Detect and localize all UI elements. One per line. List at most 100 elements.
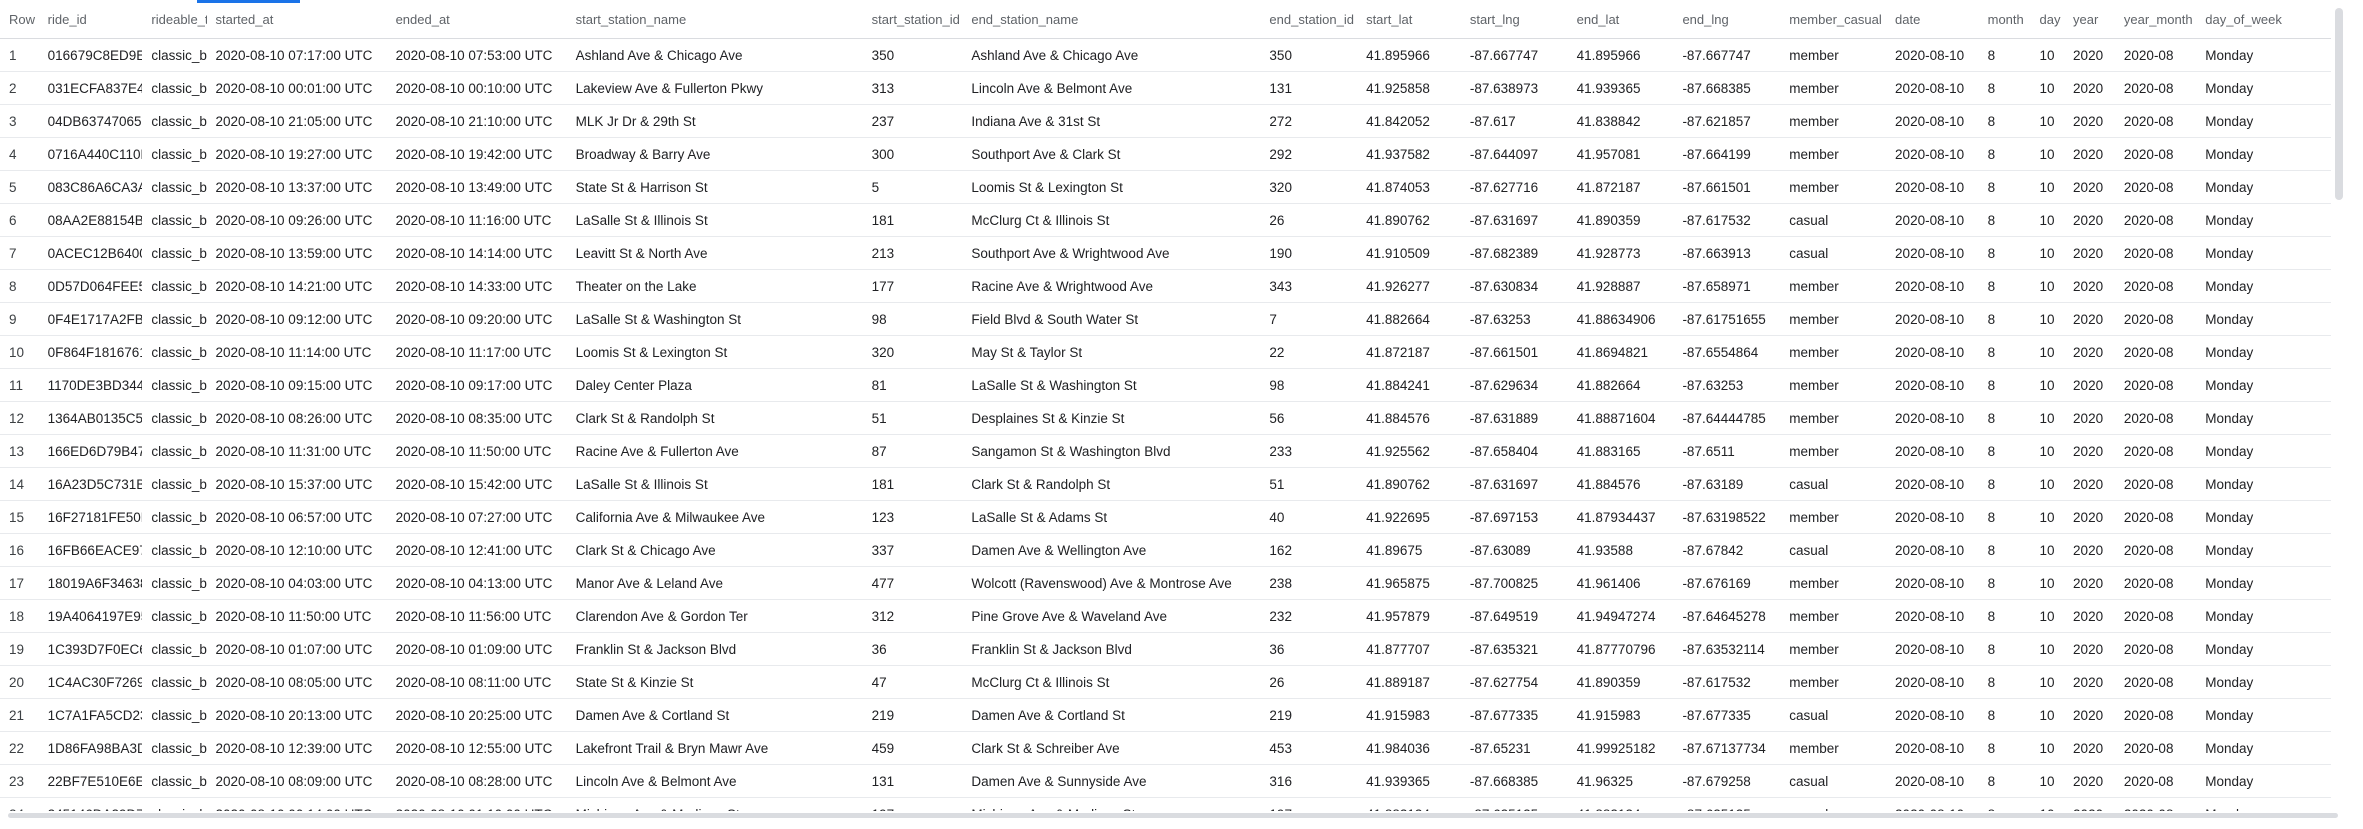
table-row[interactable]: 70ACEC12B6400155Eclassic_bike2020-08-10 … [0,236,2347,270]
column-header-start-station-name[interactable]: start_station_name [566,0,863,39]
cell-end-station-id: 40 [1260,500,1358,534]
header-row: Row ride_id rideable_type started_at end… [0,0,2347,39]
cell-end-lng: -87.679258 [1673,764,1781,798]
table-row[interactable]: 304DB637470651924classic_bike2020-08-10 … [0,104,2347,138]
table-row[interactable]: 608AA2E88154B6D2Fclassic_bike2020-08-10 … [0,203,2347,237]
cell-ride-id: 1D86FA98BA3DCE4C [38,731,143,765]
column-header-start-station-id[interactable]: start_station_id [862,0,963,39]
column-header-year-month[interactable]: year_month [2114,0,2197,39]
cell-ride-id: 16FB66EACE973F75 [38,533,143,567]
cell-start-lng: -87.668385 [1460,764,1568,798]
table-row[interactable]: 1718019A6F34638DC0classic_bike2020-08-10… [0,566,2347,600]
table-row[interactable]: 1016679C8ED9E5900classic_bike2020-08-10 … [0,38,2347,72]
cell-ended-at: 2020-08-10 12:41:00 UTC [386,533,567,567]
table-row[interactable]: 121364AB0135C57F04classic_bike2020-08-10… [0,401,2347,435]
column-header-start-lat[interactable]: start_lat [1357,0,1461,39]
cell-start-station-name: Clark St & Randolph St [566,401,863,435]
cell-end-station-name: Pine Grove Ave & Waveland Ave [962,599,1261,633]
table-row[interactable]: 211C7A1FA5CD2381FEclassic_bike2020-08-10… [0,698,2347,732]
cell-start-station-id: 81 [862,368,963,402]
cell-end-lng: -87.661501 [1673,170,1781,204]
cell-end-station-name: Indiana Ave & 31st St [962,104,1261,138]
cell-start-station-id: 213 [862,236,963,270]
cell-day-of-week: Monday [2196,632,2347,666]
table-row[interactable]: 2322BF7E510E6E1A87classic_bike2020-08-10… [0,764,2347,798]
cell-row: 6 [0,203,39,237]
cell-year: 2020 [2064,566,2115,600]
horizontal-scrollbar[interactable] [0,811,2347,820]
vertical-scrollbar[interactable] [2331,0,2347,820]
table-row[interactable]: 1416A23D5C731B9E2Fclassic_bike2020-08-10… [0,467,2347,501]
table-row[interactable]: 13166ED6D79B471863classic_bike2020-08-10… [0,434,2347,468]
cell-start-station-name: Leavitt St & North Ave [566,236,863,270]
cell-start-station-name: Broadway & Barry Ave [566,137,863,171]
cell-day: 10 [2030,566,2065,600]
cell-year-month: 2020-08 [2114,731,2197,765]
cell-end-station-name: McClurg Ct & Illinois St [962,665,1261,699]
column-header-started-at[interactable]: started_at [206,0,387,39]
cell-member-casual: casual [1780,533,1887,567]
cell-year: 2020 [2064,71,2115,105]
table-row[interactable]: 1516F27181FE50F2ACclassic_bike2020-08-10… [0,500,2347,534]
table-row[interactable]: 1616FB66EACE973F75classic_bike2020-08-10… [0,533,2347,567]
cell-member-casual: member [1780,38,1887,72]
cell-date: 2020-08-10 [1886,203,1979,237]
cell-start-station-id: 219 [862,698,963,732]
cell-member-casual: casual [1780,467,1887,501]
cell-end-lng: -87.621857 [1673,104,1781,138]
table-row[interactable]: 111170DE3BD344AEBCclassic_bike2020-08-10… [0,368,2347,402]
column-header-month[interactable]: month [1978,0,2031,39]
cell-started-at: 2020-08-10 07:17:00 UTC [206,38,387,72]
cell-started-at: 2020-08-10 13:59:00 UTC [206,236,387,270]
vertical-scrollbar-thumb[interactable] [2335,8,2343,200]
cell-end-lat: 41.883165 [1567,434,1674,468]
cell-end-station-name: Loomis St & Lexington St [962,170,1261,204]
cell-row: 18 [0,599,39,633]
cell-start-lng: -87.649519 [1460,599,1568,633]
cell-ride-id: 19A4064197E95893 [38,599,143,633]
cell-ended-at: 2020-08-10 04:13:00 UTC [386,566,567,600]
table-row[interactable]: 80D57D064FEE5B2DFclassic_bike2020-08-10 … [0,269,2347,303]
cell-date: 2020-08-10 [1886,302,1979,336]
cell-row: 16 [0,533,39,567]
column-header-day[interactable]: day [2030,0,2065,39]
cell-end-station-name: Field Blvd & South Water St [962,302,1261,336]
cell-member-casual: member [1780,104,1887,138]
cell-month: 8 [1978,236,2031,270]
column-header-start-lng[interactable]: start_lng [1460,0,1568,39]
table-row[interactable]: 5083C86A6CA3A8DE0classic_bike2020-08-10 … [0,170,2347,204]
cell-end-station-id: 292 [1260,137,1358,171]
horizontal-scrollbar-thumb[interactable] [8,813,2338,818]
table-row[interactable]: 40716A440C110F42Bclassic_bike2020-08-10 … [0,137,2347,171]
cell-year: 2020 [2064,764,2115,798]
column-header-ended-at[interactable]: ended_at [386,0,567,39]
column-header-rideable-type[interactable]: rideable_type [142,0,207,39]
cell-end-lat: 41.895966 [1567,38,1674,72]
cell-rideable-type: classic_bike [142,137,207,171]
cell-start-station-id: 36 [862,632,963,666]
table-row[interactable]: 201C4AC30F7269CC7Bclassic_bike2020-08-10… [0,665,2347,699]
cell-ride-id: 0D57D064FEE5B2DF [38,269,143,303]
column-header-row[interactable]: Row [0,0,39,39]
cell-row: 22 [0,731,39,765]
cell-member-casual: member [1780,71,1887,105]
column-header-end-lng[interactable]: end_lng [1673,0,1781,39]
column-header-day-of-week[interactable]: day_of_week [2196,0,2347,39]
table-row[interactable]: 90F4E1717A2FB8BCCclassic_bike2020-08-10 … [0,302,2347,336]
column-header-end-station-name[interactable]: end_station_name [962,0,1261,39]
cell-year: 2020 [2064,269,2115,303]
column-header-end-lat[interactable]: end_lat [1567,0,1674,39]
column-header-member-casual[interactable]: member_casual [1780,0,1887,39]
table-row[interactable]: 221D86FA98BA3DCE4Cclassic_bike2020-08-10… [0,731,2347,765]
column-header-date[interactable]: date [1886,0,1979,39]
table-row[interactable]: 100F864F1816761B2Aclassic_bike2020-08-10… [0,335,2347,369]
table-row[interactable]: 191C393D7F0EC69CBFclassic_bike2020-08-10… [0,632,2347,666]
table-row[interactable]: 1819A4064197E95893classic_bike2020-08-10… [0,599,2347,633]
cell-row: 12 [0,401,39,435]
column-header-year[interactable]: year [2064,0,2115,39]
table-row[interactable]: 2031ECFA837E432DEclassic_bike2020-08-10 … [0,71,2347,105]
column-header-end-station-id[interactable]: end_station_id [1260,0,1358,39]
active-tab-indicator [197,0,300,3]
column-header-ride-id[interactable]: ride_id [38,0,143,39]
cell-member-casual: member [1780,137,1887,171]
